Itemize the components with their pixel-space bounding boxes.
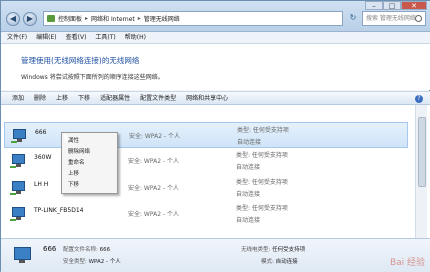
move-up-button[interactable]: 上移 — [56, 92, 68, 104]
menu-item-rename[interactable]: 重命名 — [62, 158, 117, 169]
help-icon[interactable]: ? — [415, 95, 423, 103]
network-mode: 自动连接 — [236, 217, 261, 224]
close-button[interactable]: ✕ — [401, 1, 427, 10]
network-type: 类型: 任何受支持项 — [236, 205, 288, 212]
details-security: 安全类型: WPA2 - 个人 — [63, 259, 121, 265]
network-mode: 自动连接 — [236, 191, 261, 198]
network-name: TP-LINK_FB5D14 — [34, 207, 84, 214]
wireless-network-icon — [11, 127, 29, 144]
menu-bar: 文件(F) 编辑(E) 查看(V) 工具(T) 帮助(H) — [1, 32, 430, 44]
network-mode: 自动连接 — [236, 164, 261, 171]
maximize-button[interactable]: □ — [383, 1, 401, 10]
menu-item-remove-network[interactable]: 删除网络 — [62, 147, 117, 158]
adapter-properties-button[interactable]: 适配器属性 — [100, 92, 130, 104]
network-security: 安全: WPA2 - 个人 — [128, 185, 179, 192]
network-security: 安全: WPA2 - 个人 — [129, 133, 180, 140]
crumb-control-panel[interactable]: 控制面板 — [58, 14, 82, 23]
menu-item-move-down[interactable]: 下移 — [62, 180, 117, 191]
menu-help[interactable]: 帮助(H) — [125, 32, 146, 43]
address-bar: ◀ ▶ 控制面板 ▸ 网络和 Internet ▸ 管理无线网络 ↻ 搜索 管理… — [1, 1, 430, 32]
details-profile: 配置文件名称: 666 — [63, 247, 111, 253]
wireless-network-icon — [10, 152, 28, 169]
network-security: 安全: WPA2 - 个人 — [128, 158, 179, 165]
network-type: 类型: 任何受支持项 — [237, 127, 289, 134]
details-pane: 666 配置文件名称: 666 安全类型: WPA2 - 个人 无线电类型: 任… — [1, 238, 430, 272]
add-button[interactable]: 添加 — [12, 92, 24, 104]
search-icon[interactable] — [415, 15, 422, 22]
menu-view[interactable]: 查看(V) — [66, 32, 87, 43]
remove-button[interactable]: 删除 — [34, 92, 46, 104]
crumb-network-internet[interactable]: 网络和 Internet — [91, 14, 135, 23]
context-menu: 属性 删除网络 重命名 上移 下移 — [61, 132, 118, 194]
details-mode: 模式: 自动连接 — [261, 259, 298, 265]
list-scrollbar[interactable] — [415, 105, 427, 238]
crumb-separator-icon: ▸ — [85, 15, 89, 22]
window-controls: – □ ✕ — [365, 1, 427, 10]
search-input[interactable]: 搜索 管理无线网络 — [362, 11, 426, 26]
crumb-separator-icon: ▸ — [137, 15, 141, 22]
menu-item-move-up[interactable]: 上移 — [62, 169, 117, 180]
wireless-networks-window: ◀ ▶ 控制面板 ▸ 网络和 Internet ▸ 管理无线网络 ↻ 搜索 管理… — [0, 0, 430, 272]
network-security: 安全: WPA2 - 个人 — [128, 211, 179, 218]
menu-tools[interactable]: 工具(T) — [95, 32, 115, 43]
network-type: 类型: 任何受支持项 — [236, 152, 288, 159]
page-subtitle: Windows 将尝试按照下面所列的顺序连接这些网络。 — [21, 74, 164, 81]
move-down-button[interactable]: 下移 — [78, 92, 90, 104]
minimize-button[interactable]: – — [365, 1, 383, 10]
baidu-watermark: Bai 经验 — [389, 258, 425, 268]
address-field[interactable]: 控制面板 ▸ 网络和 Internet ▸ 管理无线网络 — [43, 11, 343, 26]
page-header: 管理使用(无线网络连接)的无线网络 Windows 将尝试按照下面所列的顺序连接… — [1, 44, 430, 90]
network-name: 666 — [35, 129, 47, 136]
network-sharing-center-button[interactable]: 网络和共享中心 — [186, 92, 228, 104]
toolbar: 添加 删除 上移 下移 适配器属性 配置文件类型 网络和共享中心 ? — [1, 91, 430, 105]
forward-button[interactable]: ▶ — [23, 12, 37, 26]
control-panel-icon — [47, 15, 55, 22]
network-mode: 自动连接 — [237, 139, 262, 146]
back-button[interactable]: ◀ — [6, 12, 20, 26]
page-title: 管理使用(无线网络连接)的无线网络 — [21, 56, 140, 65]
scrollbar-thumb[interactable] — [418, 117, 426, 187]
network-name: LH H — [34, 181, 49, 188]
network-row[interactable]: TP-LINK_FB5D14 安全: WPA2 - 个人 类型: 任何受支持项 … — [4, 201, 408, 227]
refresh-icon[interactable]: ↻ — [347, 12, 359, 25]
network-type: 类型: 任何受支持项 — [236, 179, 288, 186]
menu-file[interactable]: 文件(F) — [7, 32, 27, 43]
network-name: 360W — [34, 154, 52, 161]
menu-edit[interactable]: 编辑(E) — [36, 32, 56, 43]
wireless-network-icon — [10, 179, 28, 196]
details-radio-type: 无线电类型: 任何受支持项 — [241, 247, 306, 253]
details-network-name: 666 — [43, 245, 57, 253]
wireless-network-icon — [11, 245, 35, 267]
profile-types-button[interactable]: 配置文件类型 — [140, 92, 176, 104]
crumb-manage-wireless[interactable]: 管理无线网络 — [144, 14, 180, 23]
wireless-network-icon — [10, 205, 28, 222]
